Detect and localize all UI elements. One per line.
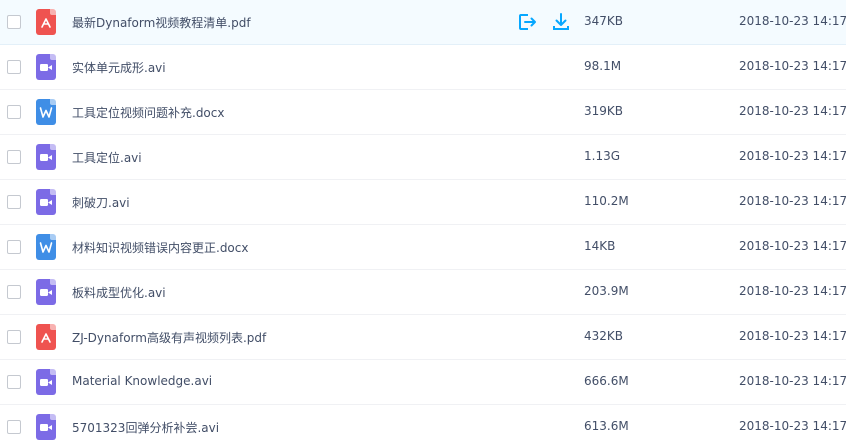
row-actions [516,11,576,33]
file-name[interactable]: Material Knowledge.avi [72,374,212,388]
pdf-icon [36,9,56,35]
file-size: 666.6M [584,374,629,388]
file-name[interactable]: 工具定位.avi [72,149,142,166]
row-checkbox[interactable] [7,330,21,344]
file-row[interactable]: 板料成型优化.avi 203.9M 2018-10-23 14:17 [0,270,846,315]
video-icon [36,414,56,440]
file-modified-time: 2018-10-23 14:17 [739,59,846,73]
file-name[interactable]: ZJ-Dynaform高级有声视频列表.pdf [72,329,266,346]
file-size: 347KB [584,14,624,28]
file-row[interactable]: 材料知识视频错误内容更正.docx 14KB 2018-10-23 14:17 [0,225,846,270]
file-size: 432KB [584,329,624,343]
row-checkbox[interactable] [7,105,21,119]
file-size: 1.13G [584,149,621,163]
file-row[interactable]: 5701323回弹分析补尝.avi 613.6M 2018-10-23 14:1… [0,405,846,440]
file-row[interactable]: 刺破刀.avi 110.2M 2018-10-23 14:17 [0,180,846,225]
row-checkbox[interactable] [7,240,21,254]
video-icon [36,369,56,395]
file-size: 110.2M [584,194,629,208]
file-list: 最新Dynaform视频教程清单.pdf 347KB 2018-10-23 14… [0,0,846,440]
file-size: 98.1M [584,59,622,73]
file-modified-time: 2018-10-23 14:17 [739,329,846,343]
file-size: 613.6M [584,419,629,433]
row-checkbox[interactable] [7,15,21,29]
video-icon [36,279,56,305]
file-modified-time: 2018-10-23 14:17 [739,239,846,253]
file-size: 14KB [584,239,616,253]
file-row[interactable]: 实体单元成形.avi 98.1M 2018-10-23 14:17 [0,45,846,90]
file-name[interactable]: 最新Dynaform视频教程清单.pdf [72,14,251,31]
row-checkbox[interactable] [7,60,21,74]
file-name[interactable]: 工具定位视频问题补充.docx [72,104,224,121]
file-row[interactable]: Material Knowledge.avi 666.6M 2018-10-23… [0,360,846,405]
file-name[interactable]: 材料知识视频错误内容更正.docx [72,239,248,256]
file-modified-time: 2018-10-23 14:17 [739,194,846,208]
download-icon[interactable] [550,11,572,33]
video-icon [36,189,56,215]
video-icon [36,54,56,80]
file-size: 203.9M [584,284,629,298]
file-modified-time: 2018-10-23 14:17 [739,284,846,298]
file-name[interactable]: 板料成型优化.avi [72,284,166,301]
share-icon[interactable] [516,11,538,33]
word-icon [36,99,56,125]
file-modified-time: 2018-10-23 14:17 [739,104,846,118]
file-modified-time: 2018-10-23 14:17 [739,14,846,28]
file-row[interactable]: 最新Dynaform视频教程清单.pdf 347KB 2018-10-23 14… [0,0,846,45]
row-checkbox[interactable] [7,375,21,389]
row-checkbox[interactable] [7,285,21,299]
file-modified-time: 2018-10-23 14:17 [739,149,846,163]
file-name[interactable]: 刺破刀.avi [72,194,130,211]
row-checkbox[interactable] [7,420,21,434]
file-row[interactable]: 工具定位视频问题补充.docx 319KB 2018-10-23 14:17 [0,90,846,135]
file-row[interactable]: 工具定位.avi 1.13G 2018-10-23 14:17 [0,135,846,180]
file-name[interactable]: 实体单元成形.avi [72,59,166,76]
pdf-icon [36,324,56,350]
file-modified-time: 2018-10-23 14:17 [739,419,846,433]
word-icon [36,234,56,260]
video-icon [36,144,56,170]
row-checkbox[interactable] [7,195,21,209]
file-name[interactable]: 5701323回弹分析补尝.avi [72,419,219,436]
file-modified-time: 2018-10-23 14:17 [739,374,846,388]
file-size: 319KB [584,104,624,118]
row-checkbox[interactable] [7,150,21,164]
file-row[interactable]: ZJ-Dynaform高级有声视频列表.pdf 432KB 2018-10-23… [0,315,846,360]
